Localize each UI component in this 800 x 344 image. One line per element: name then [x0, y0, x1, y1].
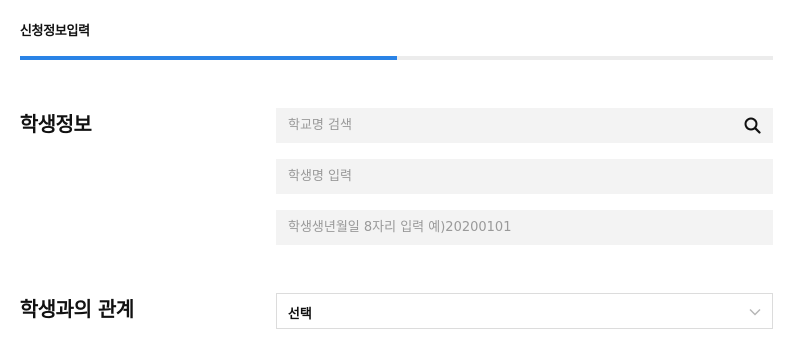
search-icon[interactable] [743, 116, 763, 136]
student-name-input[interactable] [276, 159, 773, 194]
chevron-down-icon [749, 309, 761, 316]
birthdate-field [276, 210, 773, 245]
school-search-input[interactable] [276, 108, 773, 143]
progress-bar [20, 56, 773, 60]
progress-fill [20, 56, 397, 60]
relation-label: 학생과의 관계 [20, 297, 134, 321]
student-name-field [276, 159, 773, 194]
school-search-field [276, 108, 773, 143]
relation-select-value: 선택 [288, 307, 312, 322]
student-info-label: 학생정보 [20, 112, 92, 136]
step-title: 신청정보입력 [20, 24, 90, 39]
birthdate-input[interactable] [276, 210, 773, 245]
relation-select[interactable]: 선택 [276, 293, 773, 329]
